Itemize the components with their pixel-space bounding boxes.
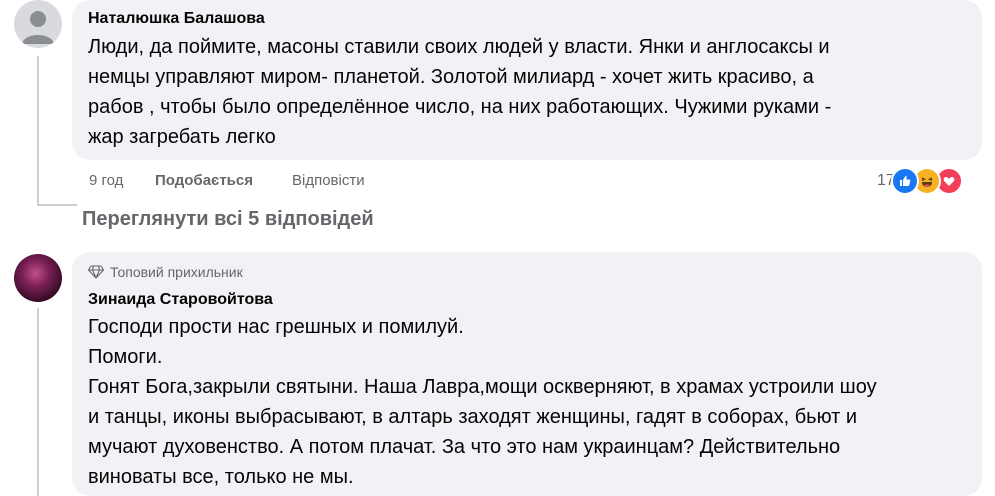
reactions-summary[interactable]: 17 bbox=[877, 167, 963, 195]
comment-text: Люди, да поймите, масоны ставили своих л… bbox=[88, 32, 831, 152]
like-button[interactable]: Подобається bbox=[155, 172, 253, 189]
comment-text: Господи прости нас грешных и помилуй. По… bbox=[88, 312, 877, 492]
comment-time[interactable]: 9 год bbox=[89, 172, 123, 189]
comment-line: Господи прости нас грешных и помилуй. bbox=[88, 316, 464, 338]
avatar-default[interactable] bbox=[14, 0, 62, 48]
view-replies-link[interactable]: Переглянути всі 5 відповідей bbox=[82, 208, 374, 231]
comment-line: и танцы, иконы выбрасывают, в алтарь зах… bbox=[88, 406, 858, 428]
comment-line: рабов , чтобы было определённое число, н… bbox=[88, 96, 832, 118]
comment-line: жар загребать легко bbox=[88, 126, 276, 148]
top-fan-badge: Топовий прихильник bbox=[88, 264, 243, 280]
reply-button[interactable]: Відповісти bbox=[292, 172, 365, 189]
person-silhouette-icon bbox=[22, 11, 54, 44]
comment-line: Гонят Бога,закрыли святыни. Наша Лавра,м… bbox=[88, 376, 877, 398]
comment-line: виноваты все, только не мы. bbox=[88, 466, 354, 488]
diamond-icon bbox=[88, 265, 104, 279]
like-icon bbox=[890, 167, 919, 195]
comment-author[interactable]: Зинаида Старовойтова bbox=[88, 291, 273, 309]
thread-connector bbox=[37, 204, 77, 206]
thread-line bbox=[37, 308, 39, 496]
comment-line: немцы управляют миром- планетой. Золотой… bbox=[88, 66, 814, 88]
badge-label: Топовий прихильник bbox=[110, 264, 243, 280]
avatar[interactable] bbox=[14, 254, 62, 302]
comment-line: мучают духовенство. А потом плачат. За ч… bbox=[88, 436, 841, 458]
comment-line: Люди, да поймите, масоны ставили своих л… bbox=[88, 36, 830, 58]
comment-author[interactable]: Наталюшка Балашова bbox=[88, 10, 265, 28]
comment-line: Помоги. bbox=[88, 346, 163, 368]
thread-line bbox=[37, 56, 39, 206]
